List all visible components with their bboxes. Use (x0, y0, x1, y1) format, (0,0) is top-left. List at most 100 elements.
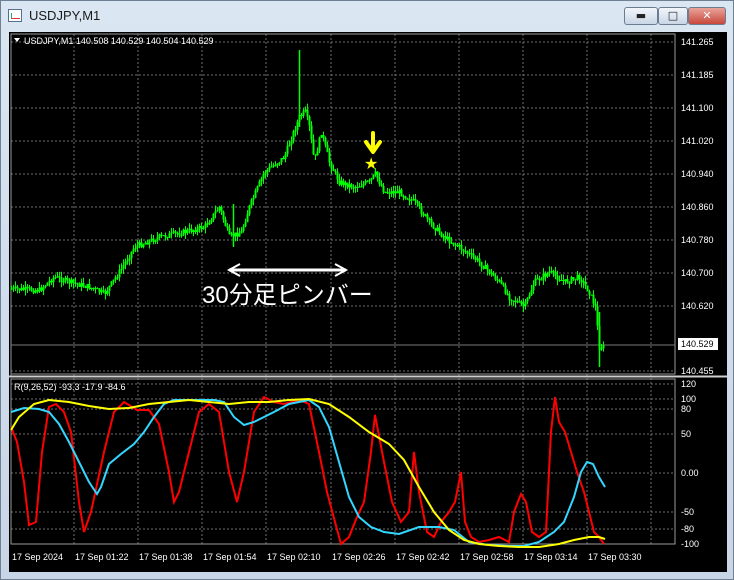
candle (100, 287, 103, 295)
title-bar[interactable]: USDJPY,M1 ▬ □ ✕ (1, 1, 733, 31)
candle (532, 280, 535, 294)
candle (316, 147, 319, 156)
candle (98, 288, 101, 295)
candle (152, 235, 155, 245)
close-button[interactable]: ✕ (688, 7, 726, 25)
maximize-button[interactable]: □ (658, 7, 688, 25)
candle (362, 181, 365, 189)
candle (198, 223, 201, 233)
candle (218, 205, 221, 214)
candle (182, 228, 185, 237)
indicator-header: R(9,26,52) -93.3 -17.9 -84.6 (14, 382, 126, 392)
candle (372, 174, 375, 180)
chart-app-icon (8, 9, 22, 22)
candle (196, 224, 199, 236)
candle (350, 182, 353, 190)
candle (408, 194, 411, 206)
candle (110, 280, 113, 287)
indicator-lines (10, 395, 606, 548)
candle (194, 226, 197, 235)
candle (444, 231, 447, 244)
candle (462, 248, 465, 257)
candle (126, 254, 129, 265)
candle (502, 282, 505, 287)
candle (202, 225, 205, 230)
candle (114, 275, 117, 283)
candle (540, 277, 543, 281)
candle (312, 134, 315, 155)
candle (370, 177, 373, 185)
candle (368, 178, 371, 185)
candle (210, 217, 213, 225)
candle (472, 248, 475, 260)
fast-line (10, 395, 605, 546)
price-candles (10, 50, 605, 367)
candle (414, 194, 417, 206)
candle (482, 265, 485, 270)
candle (320, 134, 323, 138)
candle (96, 287, 99, 290)
candle (360, 180, 363, 188)
candle (586, 285, 589, 292)
candle (404, 195, 407, 200)
minimize-button[interactable]: ▬ (624, 7, 658, 25)
candle (270, 161, 273, 168)
candle (594, 298, 597, 311)
close-icon: ✕ (702, 9, 712, 22)
candle (80, 278, 83, 292)
candle (486, 263, 489, 276)
candle (252, 194, 255, 206)
candle (30, 286, 33, 292)
candle (420, 203, 423, 217)
chart-area[interactable]: USDJPY,M1 140.508 140.529 140.504 140.52… (9, 32, 727, 572)
candle (426, 212, 429, 223)
candle (474, 255, 477, 263)
candle (76, 282, 79, 289)
candle (358, 182, 361, 188)
candle (272, 162, 275, 168)
indicator-tick-label: 100 (681, 394, 696, 404)
current-price-label: 140.529 (678, 338, 718, 350)
candle (90, 287, 93, 291)
candle (338, 174, 341, 187)
candle (86, 283, 89, 292)
candle (570, 275, 573, 285)
candle (576, 270, 579, 281)
candle (68, 278, 71, 290)
candle (118, 264, 121, 282)
candle (52, 275, 55, 288)
candle (498, 278, 501, 283)
candle (314, 154, 317, 160)
price-tick-label: 140.700 (681, 268, 714, 278)
candle (190, 224, 193, 234)
candle (16, 284, 19, 294)
candle (12, 284, 15, 292)
candle (238, 227, 241, 237)
candle (588, 289, 591, 300)
indicator-axis: 120 10080 50 0.00 -50 -80 -100 (681, 379, 699, 549)
candle (388, 188, 391, 199)
window-title: USDJPY,M1 (29, 8, 101, 23)
candle (520, 300, 523, 307)
indicator-tick-label: 0.00 (681, 468, 699, 478)
candle (28, 284, 31, 292)
time-tick-label: 17 Sep 03:30 (588, 552, 642, 562)
time-tick-label: 17 Sep 01:38 (139, 552, 193, 562)
candle (492, 271, 495, 277)
candle (32, 288, 35, 295)
candle (328, 147, 331, 167)
candle (310, 121, 313, 144)
candle (538, 275, 541, 286)
chart-menu-triangle-icon[interactable] (14, 38, 20, 42)
candle (64, 275, 67, 284)
candle (456, 243, 459, 248)
candle (266, 168, 269, 177)
chart-canvas[interactable]: USDJPY,M1 140.508 140.529 140.504 140.52… (9, 32, 727, 572)
candle (276, 162, 279, 169)
candle (536, 274, 539, 280)
candle (162, 234, 165, 237)
candle (228, 224, 231, 235)
indicator-tick-label: 80 (681, 404, 691, 414)
maximize-icon: □ (667, 9, 679, 22)
candle (302, 108, 305, 119)
